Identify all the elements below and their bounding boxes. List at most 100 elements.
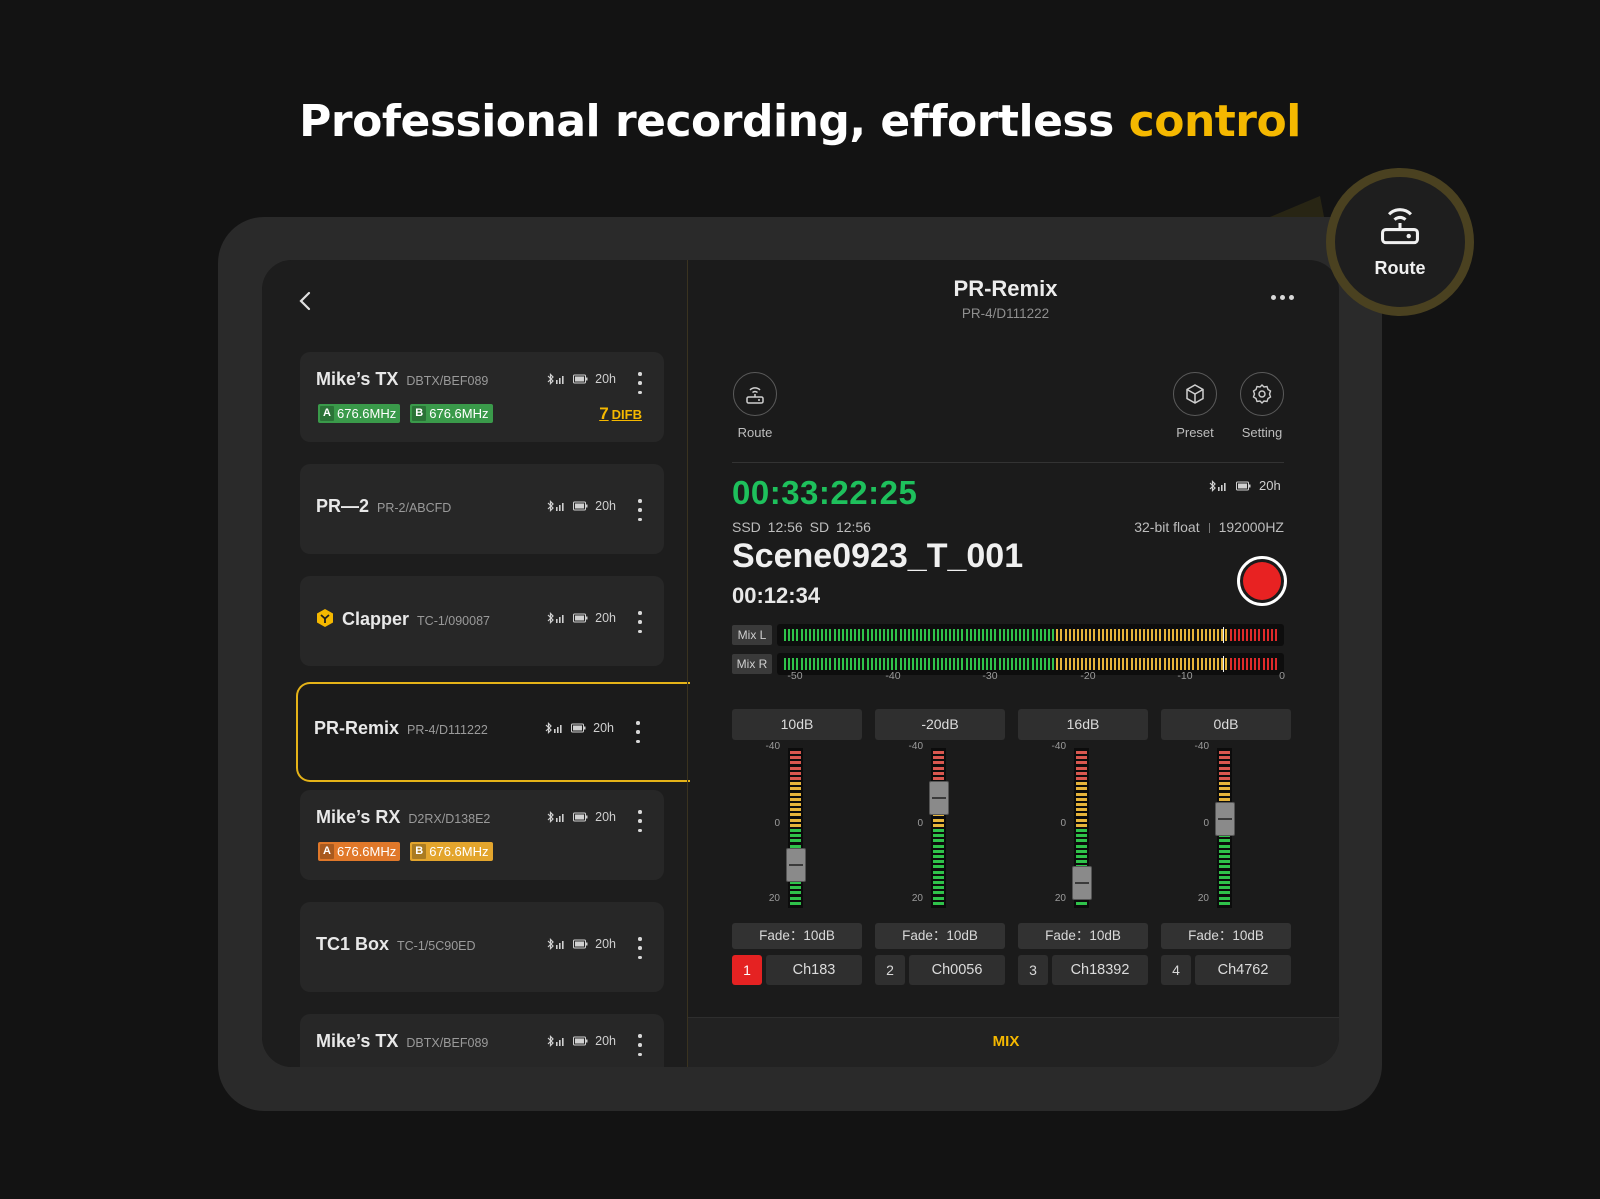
channel-fader-handle[interactable] (786, 847, 806, 882)
device-card-mikes-tx-2[interactable]: Mike’s TX DBTX/BEF089 20h (300, 1014, 664, 1067)
meter-segment (1019, 629, 1022, 641)
device-card-mikes-rx[interactable]: Mike’s RX D2RX/D138E2 20h A 676.6MHz B 676.… (300, 790, 664, 880)
meter-segment (949, 629, 951, 641)
freq-badge-b: B 676.6MHz (410, 842, 493, 861)
meter-segment (796, 629, 799, 641)
meter-segment (792, 658, 795, 670)
scene-name: Scene0923_T_001 (732, 537, 1024, 575)
meter-segment (924, 629, 927, 641)
channel-name[interactable]: Ch0056 (909, 955, 1005, 985)
meter-segment (1023, 629, 1026, 641)
meter-segment (933, 844, 944, 848)
meter-segment (1175, 658, 1178, 670)
device-name: Mike’s RX D2RX/D138E2 (316, 807, 491, 827)
meter-segment (790, 777, 801, 780)
device-more-button[interactable] (634, 611, 646, 633)
bluetooth-signal-icon (547, 612, 564, 624)
meter-segment (998, 629, 1001, 641)
channel-gain[interactable]: 16dB (1018, 709, 1148, 740)
meter-segment (790, 891, 801, 895)
meter-segment (1163, 629, 1166, 641)
meter-segment (1002, 629, 1005, 641)
preset-button[interactable]: Preset (1172, 372, 1218, 440)
channel-gain[interactable]: -20dB (875, 709, 1005, 740)
meter-segment (1006, 629, 1009, 641)
tab-mix[interactable]: MIX (688, 1033, 1324, 1050)
clapper-hex-icon (317, 609, 333, 627)
channel-fade-button[interactable]: Fade：10dB (875, 923, 1005, 949)
device-more-button[interactable] (634, 1034, 646, 1056)
battery-icon (573, 613, 588, 623)
device-more-button[interactable] (634, 499, 646, 521)
back-button[interactable] (290, 286, 320, 316)
channel-level-meter (931, 748, 946, 908)
meter-segment (1167, 658, 1170, 670)
meter-segment (788, 658, 791, 670)
device-more-button[interactable] (634, 810, 646, 832)
meter-segment (790, 829, 801, 832)
more-options-button[interactable] (1271, 295, 1294, 300)
meter-segment (790, 839, 801, 843)
channel-name[interactable]: Ch4762 (1195, 955, 1291, 985)
channel-number[interactable]: 3 (1018, 955, 1048, 985)
difb-link[interactable]: 7 DIFB (599, 404, 642, 424)
meter-segment (800, 629, 803, 641)
channel-fade-button[interactable]: Fade：10dB (1161, 923, 1291, 949)
channel-fader-handle[interactable] (1072, 865, 1092, 900)
battery-hours: 20h (595, 611, 616, 625)
meter-segment (1142, 658, 1145, 670)
device-card-mikes-tx[interactable]: Mike’s TX DBTX/BEF089 20h A 676.6MHz B 676.… (300, 352, 664, 442)
meter-segment (1076, 761, 1087, 765)
meter-segment (1219, 777, 1230, 780)
device-id: TC-1/090087 (417, 614, 490, 628)
meter-segment (1155, 658, 1158, 670)
record-button[interactable] (1237, 556, 1287, 606)
device-more-button[interactable] (634, 372, 646, 394)
meter-segment (1085, 658, 1088, 670)
meter-segment (790, 886, 801, 890)
storage-remaining: SSD 12:56 SD 12:56 (732, 519, 871, 535)
device-card-clapper[interactable]: Clapper TC-1/090087 20h (300, 576, 664, 666)
bluetooth-signal-icon (545, 722, 562, 734)
meter-segment (1076, 834, 1087, 838)
meter-label: Mix R (732, 654, 772, 674)
recorder-status: 20h (1208, 478, 1281, 493)
route-button[interactable]: Route (732, 372, 778, 440)
battery-icon (573, 501, 588, 511)
meter-segment (916, 658, 918, 670)
channel-level-meter (788, 748, 803, 908)
meter-segment (808, 629, 811, 641)
device-more-button[interactable] (634, 937, 646, 959)
battery-hours: 20h (595, 937, 616, 951)
bluetooth-signal-icon (547, 373, 564, 385)
channel-fade-button[interactable]: Fade：10dB (1018, 923, 1148, 949)
meter-segment (883, 658, 885, 670)
channel-fader-handle[interactable] (929, 781, 949, 816)
channel-name[interactable]: Ch183 (766, 955, 862, 985)
setting-button[interactable]: Setting (1236, 372, 1288, 440)
meter-segment (1254, 658, 1257, 670)
device-card-pr-remix[interactable]: PR-Remix PR-4/D111222 20h (296, 682, 690, 782)
meter-segment (1188, 658, 1191, 670)
meter-segment (1233, 658, 1236, 670)
channel-number[interactable]: 4 (1161, 955, 1191, 985)
meter-segment (1134, 629, 1137, 641)
channel-gain[interactable]: 0dB (1161, 709, 1291, 740)
channel-scale-tick: 20 (768, 893, 780, 904)
channel-fade-button[interactable]: Fade：10dB (732, 923, 862, 949)
channel-name[interactable]: Ch18392 (1052, 955, 1148, 985)
meter-segment (1196, 658, 1199, 670)
meter-segment (1076, 844, 1087, 848)
channel-fader-handle[interactable] (1215, 801, 1235, 836)
meter-segment (1060, 658, 1063, 670)
meter-segment (1237, 629, 1240, 641)
meter-segment (932, 629, 935, 641)
channel-number[interactable]: 2 (875, 955, 905, 985)
channel-gain[interactable]: 10dB (732, 709, 862, 740)
channel-number[interactable]: 1 (732, 955, 762, 985)
device-card-pr-2[interactable]: PR—2 PR-2/ABCFD 20h (300, 464, 664, 554)
device-card-tc1-box[interactable]: TC1 Box TC-1/5C90ED 20h (300, 902, 664, 992)
meter-segment (858, 658, 861, 670)
route-callout[interactable]: Route (1326, 168, 1474, 316)
device-more-button[interactable] (632, 721, 644, 743)
